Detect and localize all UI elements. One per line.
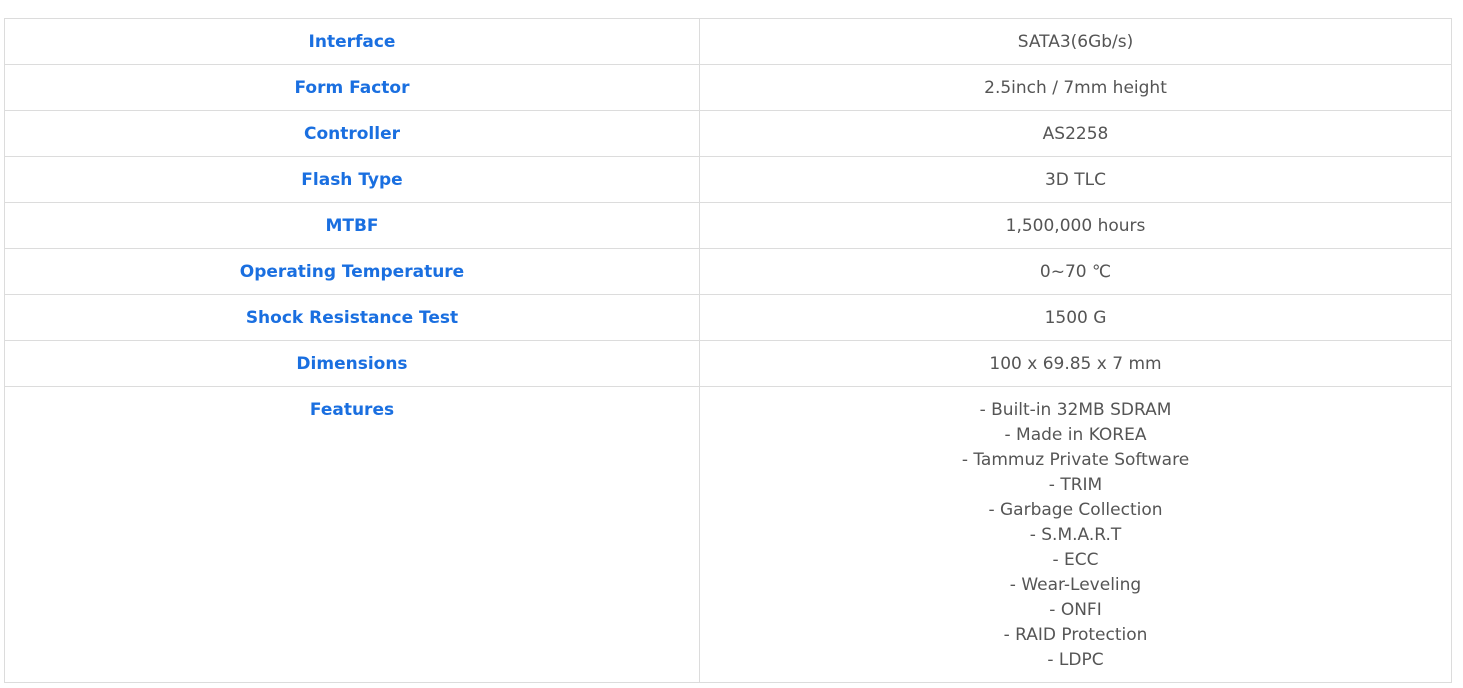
table-row: Operating Temperature 0~70 ℃ (4, 248, 1452, 295)
spec-value: 1,500,000 hours (1005, 216, 1146, 236)
spec-table: Interface SATA3(6Gb/s) Form Factor 2.5in… (4, 18, 1452, 683)
spec-label: Form Factor (294, 78, 410, 98)
spec-value: 0~70 ℃ (1039, 262, 1112, 282)
spec-value-cell: 2.5inch / 7mm height (699, 64, 1452, 111)
spec-value-cell: 1,500,000 hours (699, 202, 1452, 249)
feature-item: - Wear-Leveling (1009, 575, 1142, 595)
spec-value-cell: - Built-in 32MB SDRAM - Made in KOREA - … (699, 386, 1452, 683)
feature-item: - Garbage Collection (988, 500, 1163, 520)
spec-value: 1500 G (1044, 308, 1107, 328)
spec-value-cell: 1500 G (699, 294, 1452, 341)
feature-item: - Built-in 32MB SDRAM (979, 400, 1172, 420)
table-row: Shock Resistance Test 1500 G (4, 294, 1452, 341)
spec-value-cell: 100 x 69.85 x 7 mm (699, 340, 1452, 387)
spec-label: Operating Temperature (239, 262, 465, 282)
spec-value-cell: 3D TLC (699, 156, 1452, 203)
spec-label-cell: Dimensions (4, 340, 700, 387)
spec-value: 100 x 69.85 x 7 mm (989, 354, 1162, 374)
spec-value: 3D TLC (1044, 170, 1107, 190)
feature-item: - ECC (1052, 550, 1099, 570)
spec-label-cell: Interface (4, 18, 700, 65)
feature-item: - ONFI (1049, 600, 1102, 620)
spec-label: Interface (308, 32, 396, 52)
feature-item: - S.M.A.R.T (1029, 525, 1122, 545)
spec-label-cell: Shock Resistance Test (4, 294, 700, 341)
spec-value: 2.5inch / 7mm height (984, 78, 1167, 98)
table-row: Form Factor 2.5inch / 7mm height (4, 64, 1452, 111)
feature-item: - TRIM (1048, 475, 1103, 495)
table-row: Interface SATA3(6Gb/s) (4, 18, 1452, 65)
table-row: Controller AS2258 (4, 110, 1452, 157)
table-row: Dimensions 100 x 69.85 x 7 mm (4, 340, 1452, 387)
feature-item: - LDPC (1047, 650, 1104, 670)
spec-value-cell: 0~70 ℃ (699, 248, 1452, 295)
spec-label: MTBF (325, 216, 379, 236)
spec-label-cell: MTBF (4, 202, 700, 249)
feature-item: - Made in KOREA (1004, 425, 1147, 445)
spec-label-cell: Operating Temperature (4, 248, 700, 295)
spec-value: AS2258 (1042, 124, 1109, 144)
features-list: - Built-in 32MB SDRAM - Made in KOREA - … (700, 387, 1451, 673)
spec-value-cell: AS2258 (699, 110, 1452, 157)
table-row-features: Features - Built-in 32MB SDRAM - Made in… (4, 386, 1452, 683)
table-row: MTBF 1,500,000 hours (4, 202, 1452, 249)
spec-label-cell: Form Factor (4, 64, 700, 111)
table-row: Flash Type 3D TLC (4, 156, 1452, 203)
spec-label-cell: Features (4, 386, 700, 683)
spec-label: Dimensions (296, 354, 408, 374)
spec-value: SATA3(6Gb/s) (1017, 32, 1134, 52)
spec-label: Controller (303, 124, 400, 144)
spec-value-cell: SATA3(6Gb/s) (699, 18, 1452, 65)
features-label: Features (309, 400, 395, 420)
spec-label: Shock Resistance Test (245, 308, 459, 328)
feature-item: - Tammuz Private Software (961, 450, 1190, 470)
spec-label: Flash Type (301, 170, 403, 190)
feature-item: - RAID Protection (1003, 625, 1148, 645)
spec-label-cell: Flash Type (4, 156, 700, 203)
spec-label-cell: Controller (4, 110, 700, 157)
